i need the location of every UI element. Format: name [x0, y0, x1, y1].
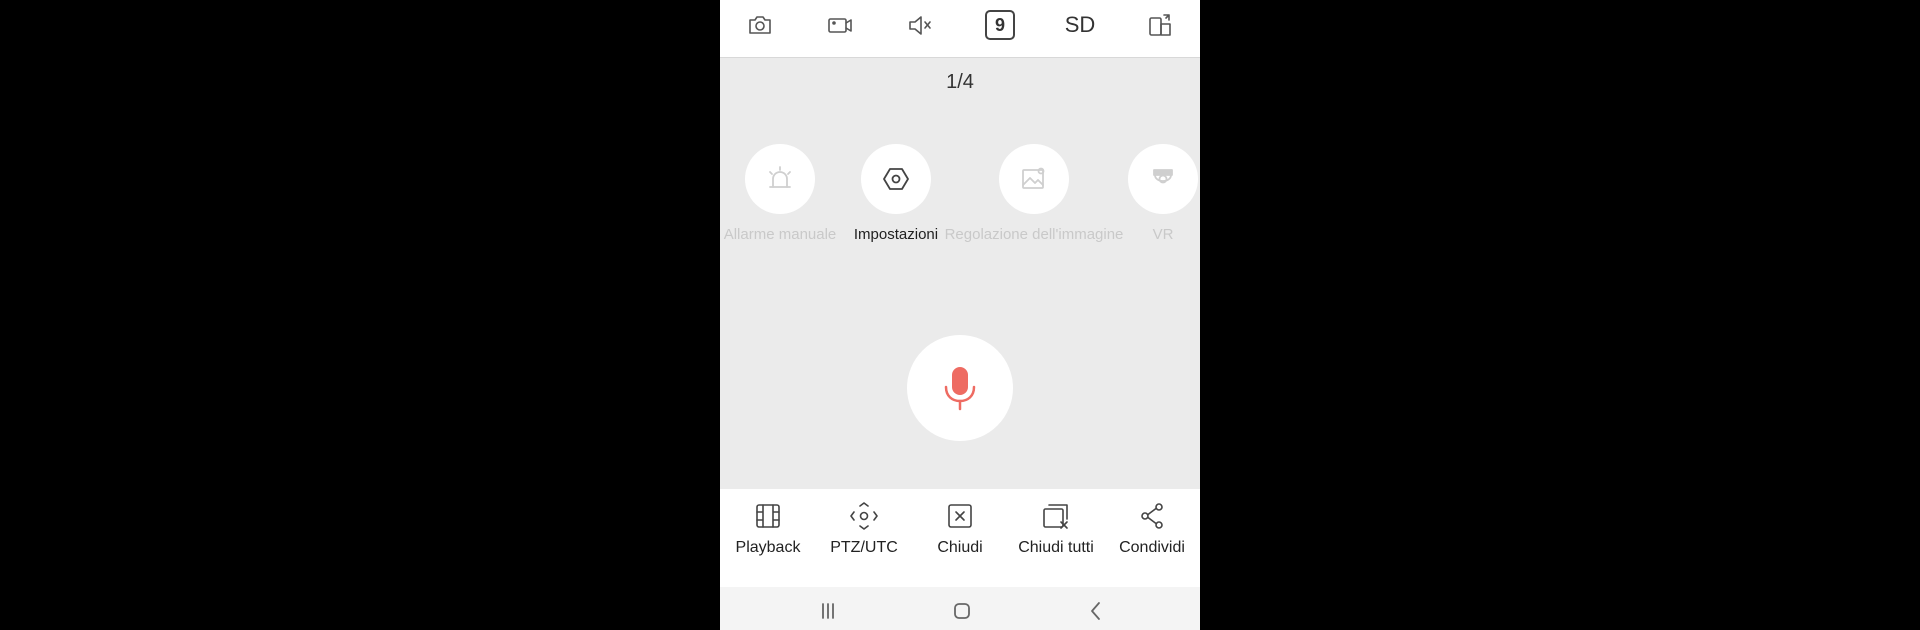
- ptz-control-icon: [850, 502, 878, 530]
- settings-label: Impostazioni: [853, 226, 939, 243]
- film-icon: [756, 504, 780, 528]
- playback-button[interactable]: Playback: [720, 501, 816, 571]
- top-toolbar: 9 SD: [720, 0, 1200, 58]
- fisheye-camera-icon: [1153, 169, 1173, 184]
- page-indicator: 1/4: [946, 71, 974, 93]
- share-label: Condividi: [1119, 539, 1185, 556]
- vr-button[interactable]: [1128, 144, 1198, 214]
- system-nav-bar: [720, 587, 1200, 630]
- settings-button[interactable]: [861, 144, 931, 214]
- share-icon: [1141, 503, 1163, 529]
- speaker-muted-icon: [909, 16, 931, 35]
- layout-button[interactable]: 9: [980, 8, 1020, 42]
- image-adjust-icon: [1022, 167, 1045, 189]
- ptz-button[interactable]: PTZ/UTC: [816, 501, 912, 571]
- video-record-icon: [828, 18, 852, 33]
- settings-hexagon-icon: [883, 168, 909, 190]
- manual-alarm-action[interactable]: Allarme manuale: [720, 144, 840, 254]
- settings-action[interactable]: Impostazioni: [846, 144, 946, 254]
- recents-icon: [822, 603, 834, 619]
- image-adjust-button[interactable]: [999, 144, 1069, 214]
- recents-button[interactable]: [808, 599, 848, 623]
- close-button[interactable]: Chiudi: [912, 501, 1008, 571]
- quality-label: SD: [1064, 12, 1096, 37]
- share-button[interactable]: Condividi: [1104, 501, 1200, 571]
- back-icon: [1091, 602, 1100, 620]
- record-button[interactable]: [820, 8, 860, 42]
- image-adjust-label: Regolazione dell'immagine: [944, 226, 1124, 243]
- layout-count-badge: 9: [985, 10, 1015, 40]
- manual-alarm-label: Allarme manuale: [723, 226, 837, 243]
- back-button[interactable]: [1076, 599, 1116, 623]
- microphone-icon: [944, 367, 976, 411]
- close-box-icon: [948, 504, 972, 528]
- phone-screen: 9 SD 1/4 Allarme manuale Impostazioni Re…: [720, 0, 1200, 630]
- close-all-button[interactable]: Chiudi tutti: [1008, 501, 1104, 571]
- home-button[interactable]: [942, 599, 982, 623]
- rotate-screen-icon: [1149, 14, 1171, 36]
- home-icon: [954, 603, 970, 619]
- close-label: Chiudi: [937, 539, 983, 556]
- audio-toggle-button[interactable]: [900, 8, 940, 42]
- alarm-siren-icon: [769, 166, 791, 188]
- playback-label: Playback: [735, 539, 801, 556]
- ptz-label: PTZ/UTC: [830, 539, 898, 556]
- talk-button[interactable]: [907, 335, 1013, 441]
- snapshot-button[interactable]: [740, 8, 780, 42]
- close-all-label: Chiudi tutti: [1018, 539, 1094, 556]
- close-all-icon: [1043, 504, 1068, 529]
- camera-icon: [749, 16, 771, 34]
- rotate-screen-button[interactable]: [1140, 8, 1180, 42]
- manual-alarm-button[interactable]: [745, 144, 815, 214]
- quality-button[interactable]: SD: [1060, 8, 1100, 42]
- bottom-toolbar: Playback PTZ/UTC Chiudi Chiudi tutti Con…: [720, 489, 1200, 587]
- vr-action[interactable]: VR: [1113, 144, 1200, 254]
- image-adjust-action[interactable]: Regolazione dell'immagine: [934, 144, 1134, 254]
- vr-label: VR: [1152, 226, 1174, 243]
